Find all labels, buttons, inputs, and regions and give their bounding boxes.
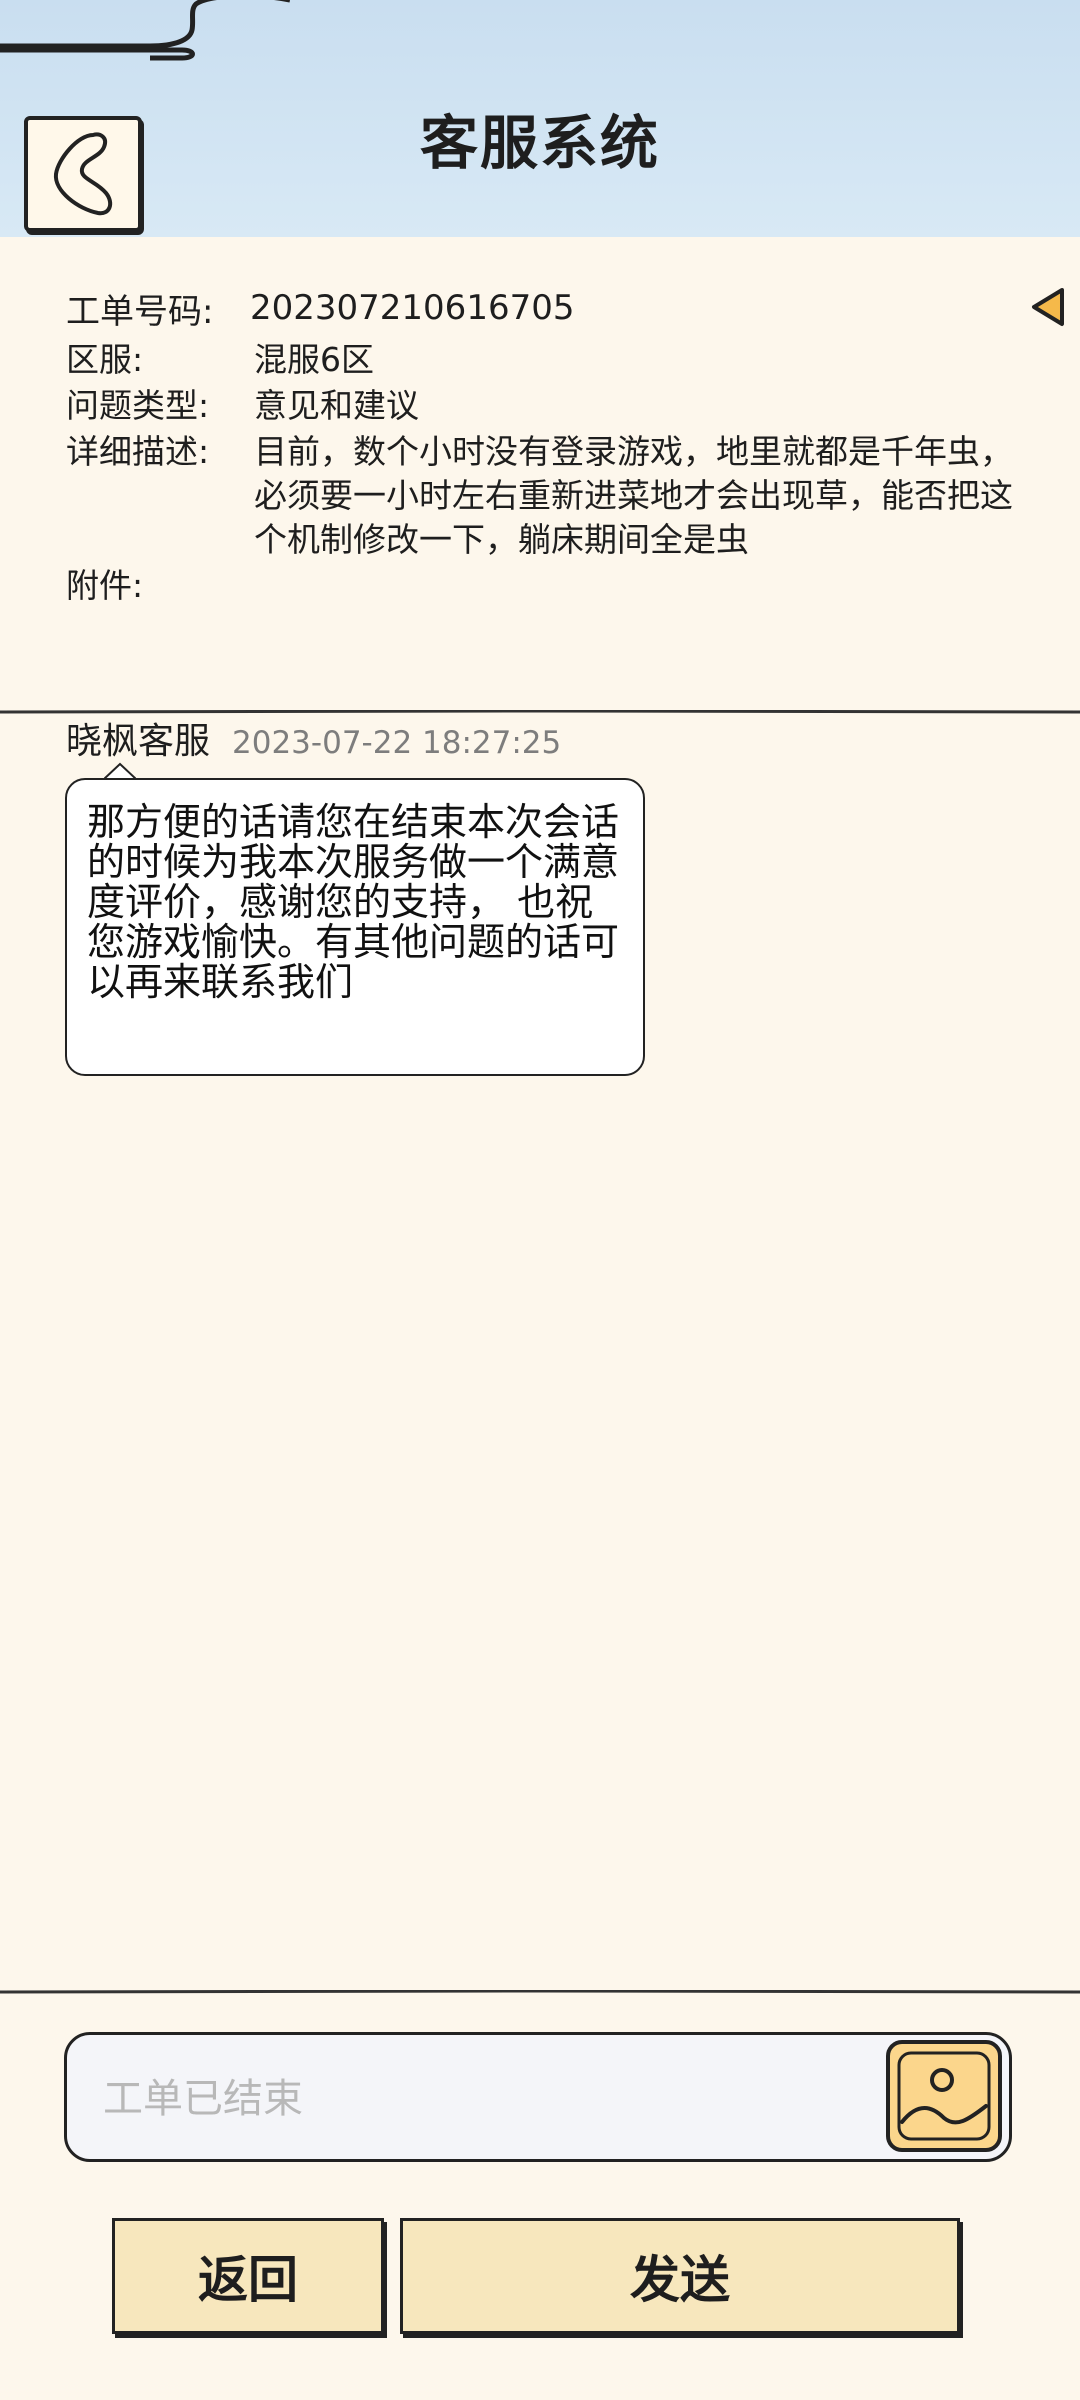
ticket-number-row: 工单号码: 202307210616705 bbox=[66, 280, 1026, 336]
message-input[interactable] bbox=[103, 2047, 883, 2151]
description-row: 详细描述: 目前，数个小时没有登录游戏，地里就都是千年虫，必须要一小时左右重新进… bbox=[66, 430, 1026, 562]
agent-name: 晓枫客服 bbox=[66, 721, 211, 762]
issue-type-value: 意见和建议 bbox=[254, 386, 419, 425]
send-button[interactable]: 发送 bbox=[400, 2218, 960, 2334]
description-label: 详细描述: bbox=[66, 432, 210, 471]
server-row: 区服: 混服6区 bbox=[66, 338, 1026, 382]
header-bar: 客服系统 bbox=[0, 0, 1080, 237]
ticket-number-value: 202307210616705 bbox=[250, 288, 575, 328]
attachment-label: 附件: bbox=[66, 566, 144, 605]
attachment-value bbox=[254, 564, 1014, 608]
server-value: 混服6区 bbox=[254, 340, 374, 379]
message-time: 2023-07-22 18:27:25 bbox=[232, 725, 562, 761]
attachment-row: 附件: bbox=[66, 564, 1026, 608]
issue-type-label: 问题类型: bbox=[66, 386, 210, 425]
issue-type-row: 问题类型: 意见和建议 bbox=[66, 384, 1026, 428]
page-title: 客服系统 bbox=[419, 109, 660, 177]
description-value: 目前，数个小时没有登录游戏，地里就都是千年虫，必须要一小时左右重新进菜地才会出现… bbox=[254, 432, 1013, 559]
triangle-left-icon[interactable] bbox=[1028, 286, 1068, 328]
ticket-details: 工单号码: 202307210616705 区服: 混服6区 问题类型: 意见和… bbox=[66, 280, 1026, 608]
message-header: 晓枫客服 2023-07-22 18:27:25 bbox=[66, 712, 561, 764]
cloud-decoration-icon bbox=[0, 0, 290, 61]
ticket-number-label: 工单号码: bbox=[66, 291, 214, 332]
image-icon bbox=[897, 2051, 991, 2141]
upload-image-button[interactable] bbox=[886, 2040, 1002, 2152]
server-label: 区服: bbox=[66, 340, 144, 379]
return-button[interactable]: 返回 bbox=[112, 2218, 384, 2334]
message-bubble: 那方便的话请您在结束本次会话的时候为我本次服务做一个满意度评价，感谢您的支持， … bbox=[65, 778, 645, 1076]
message-input-box bbox=[64, 2032, 1012, 2162]
divider bbox=[0, 1990, 1080, 1994]
